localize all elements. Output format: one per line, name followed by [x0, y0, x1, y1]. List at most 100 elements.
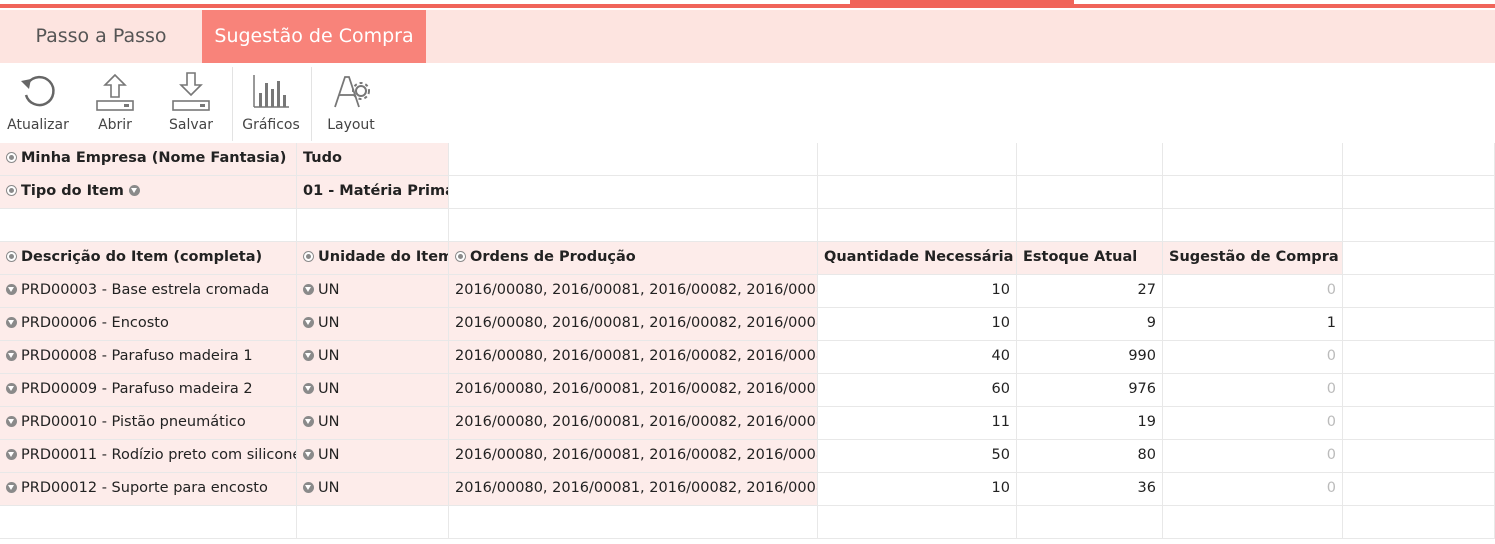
row-unit: UN	[318, 315, 340, 331]
open-button[interactable]: Abrir	[86, 71, 144, 143]
row-qty: 40	[818, 341, 1017, 374]
empty-cell	[1343, 473, 1495, 506]
collapse-icon[interactable]	[303, 416, 314, 427]
filter-value-cell[interactable]: Tudo	[297, 143, 449, 176]
row-unit-cell[interactable]: UN	[297, 374, 449, 407]
empty-cell	[1343, 209, 1495, 242]
toolbar-separator	[311, 67, 312, 141]
row-unit-cell[interactable]: UN	[297, 341, 449, 374]
empty-cell	[1343, 374, 1495, 407]
toolbar-separator	[232, 67, 233, 141]
field-settings-icon[interactable]	[6, 185, 17, 196]
collapse-icon[interactable]	[303, 449, 314, 460]
save-label: Salvar	[169, 117, 213, 133]
filter-value-cell[interactable]: 01 - Matéria Prima	[297, 176, 449, 209]
empty-cell	[818, 506, 1017, 539]
refresh-button[interactable]: Atualizar	[4, 71, 72, 143]
collapse-icon[interactable]	[6, 383, 17, 394]
layout-button[interactable]: Layout	[320, 71, 382, 143]
collapse-icon[interactable]	[6, 416, 17, 427]
field-settings-icon[interactable]	[455, 251, 466, 262]
collapse-icon[interactable]	[6, 482, 17, 493]
empty-cell	[1163, 506, 1343, 539]
filter-row: Tipo do Item 01 - Matéria Prima	[0, 176, 1495, 209]
empty-row	[0, 506, 1495, 539]
tab-bar: Passo a Passo Sugestão de Compra	[0, 10, 1495, 63]
row-description: PRD00009 - Parafuso madeira 2	[21, 381, 253, 397]
collapse-icon[interactable]	[303, 482, 314, 493]
upload-icon	[96, 73, 134, 111]
row-description-cell[interactable]: PRD00008 - Parafuso madeira 1	[0, 341, 297, 374]
row-qty: 50	[818, 440, 1017, 473]
row-unit: UN	[318, 447, 340, 463]
row-unit: UN	[318, 480, 340, 496]
empty-cell	[1163, 209, 1343, 242]
charts-label: Gráficos	[242, 117, 300, 133]
row-unit-cell[interactable]: UN	[297, 308, 449, 341]
field-settings-icon[interactable]	[6, 152, 17, 163]
field-settings-icon[interactable]	[303, 251, 314, 262]
collapse-icon[interactable]	[303, 383, 314, 394]
table-row: PRD00011 - Rodízio preto com silicone UN…	[0, 440, 1495, 473]
empty-cell	[1343, 308, 1495, 341]
row-description-cell[interactable]: PRD00009 - Parafuso madeira 2	[0, 374, 297, 407]
empty-cell	[449, 506, 818, 539]
row-description-cell[interactable]: PRD00003 - Base estrela cromada	[0, 275, 297, 308]
tab-passo-a-passo[interactable]: Passo a Passo	[0, 10, 202, 63]
row-suggestion: 0	[1163, 275, 1343, 308]
filter-label-cell[interactable]: Minha Empresa (Nome Fantasia)	[0, 143, 297, 176]
table-row: PRD00009 - Parafuso madeira 2 UN 2016/00…	[0, 374, 1495, 407]
row-stock: 19	[1017, 407, 1163, 440]
collapse-icon[interactable]	[6, 284, 17, 295]
filter-label-cell[interactable]: Tipo do Item	[0, 176, 297, 209]
collapse-icon[interactable]	[303, 284, 314, 295]
column-header-description[interactable]: Descrição do Item (completa)	[0, 242, 297, 275]
row-qty: 10	[818, 473, 1017, 506]
toolbar: Atualizar Abrir Salvar Gráficos Layout	[0, 63, 1495, 143]
row-suggestion: 0	[1163, 440, 1343, 473]
save-button[interactable]: Salvar	[160, 71, 222, 143]
row-orders: 2016/00080, 2016/00081, 2016/00082, 2016…	[455, 348, 818, 364]
row-unit-cell[interactable]: UN	[297, 407, 449, 440]
row-qty: 60	[818, 374, 1017, 407]
download-icon	[172, 72, 210, 111]
collapse-icon[interactable]	[303, 350, 314, 361]
field-settings-icon[interactable]	[6, 251, 17, 262]
row-unit-cell[interactable]: UN	[297, 473, 449, 506]
column-header-label: Unidade do Item	[318, 249, 449, 265]
empty-cell	[1017, 143, 1163, 176]
row-description-cell[interactable]: PRD00011 - Rodízio preto com silicone	[0, 440, 297, 473]
row-orders-cell: 2016/00080, 2016/00081, 2016/00082, 2016…	[449, 473, 818, 506]
collapse-icon[interactable]	[6, 449, 17, 460]
empty-cell	[1163, 176, 1343, 209]
row-unit-cell[interactable]: UN	[297, 275, 449, 308]
filter-label: Minha Empresa (Nome Fantasia)	[21, 150, 287, 166]
column-header-stock[interactable]: Estoque Atual	[1017, 242, 1163, 275]
collapse-icon[interactable]	[6, 350, 17, 361]
tab-sugestao-de-compra[interactable]: Sugestão de Compra	[202, 10, 426, 63]
table-row: PRD00003 - Base estrela cromada UN 2016/…	[0, 275, 1495, 308]
row-unit-cell[interactable]: UN	[297, 440, 449, 473]
charts-button[interactable]: Gráficos	[240, 71, 302, 143]
row-orders: 2016/00080, 2016/00081, 2016/00082, 2016…	[455, 315, 818, 331]
filter-label: Tipo do Item	[21, 183, 124, 199]
row-description-cell[interactable]: PRD00006 - Encosto	[0, 308, 297, 341]
empty-cell	[1163, 143, 1343, 176]
table-row: PRD00008 - Parafuso madeira 1 UN 2016/00…	[0, 341, 1495, 374]
empty-cell	[1343, 341, 1495, 374]
header-row: Descrição do Item (completa) Unidade do …	[0, 242, 1495, 275]
column-header-qty[interactable]: Quantidade Necessária	[818, 242, 1017, 275]
filter-dropdown-icon[interactable]	[128, 185, 140, 196]
row-suggestion: 0	[1163, 374, 1343, 407]
row-description: PRD00011 - Rodízio preto com silicone	[21, 447, 297, 463]
collapse-icon[interactable]	[6, 317, 17, 328]
row-description-cell[interactable]: PRD00010 - Pistão pneumático	[0, 407, 297, 440]
empty-cell	[818, 143, 1017, 176]
column-header-orders[interactable]: Ordens de Produção	[449, 242, 818, 275]
empty-cell	[818, 209, 1017, 242]
row-description-cell[interactable]: PRD00012 - Suporte para encosto	[0, 473, 297, 506]
column-header-suggestion[interactable]: Sugestão de Compra	[1163, 242, 1343, 275]
empty-cell	[1017, 209, 1163, 242]
collapse-icon[interactable]	[303, 317, 314, 328]
column-header-unit[interactable]: Unidade do Item	[297, 242, 449, 275]
